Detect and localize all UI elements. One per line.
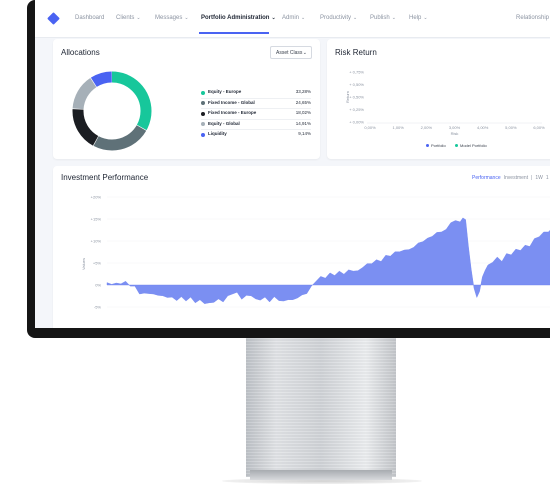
allocation-legend-label: Fixed Income - Global xyxy=(208,99,255,105)
investment-performance-title: Investment Performance xyxy=(61,173,149,182)
tab-separator: | xyxy=(531,175,533,181)
allocation-legend-divider xyxy=(201,97,311,99)
performance-area-series xyxy=(106,217,550,304)
allocation-legend-row: Equity - Global 14,91% xyxy=(201,121,311,129)
risk-return-chart: + 0,75% + 0,50% + 0,50% + 0,25% + 0,00%0,00%… xyxy=(345,70,545,137)
legend-portfolio-dot xyxy=(426,144,429,148)
nav-item-label: Dashboard xyxy=(75,15,105,21)
nav-item-label: Messages xyxy=(155,15,183,21)
risk-y-tick-label: + 0,50% xyxy=(349,95,364,100)
investment-performance-chart: +20% +15% +10% +5% 0% -5% -10% Values xyxy=(81,195,550,329)
performance-y-tick-label: -10% xyxy=(92,327,102,329)
risk-x-axis-title: Risk xyxy=(451,131,459,136)
allocations-donut-chart xyxy=(72,71,152,151)
allocation-legend-row: Fixed Income - Europe 18,02% xyxy=(201,110,311,118)
nav-item-productivity[interactable]: Productivity ⌄ xyxy=(320,15,357,21)
legend-portfolio: Portfolio xyxy=(426,143,446,148)
nav-item-label: Portfolio Administration xyxy=(201,15,270,21)
nav-item-clients[interactable]: Clients ⌄ xyxy=(116,15,141,21)
performance-y-tick-label: 0% xyxy=(95,283,101,288)
performance-tabs: Performance Investment | 1W 1 xyxy=(472,175,550,181)
allocation-legend-divider xyxy=(201,129,311,130)
performance-y-tick-label: -5% xyxy=(94,305,102,310)
allocation-legend-label: Liquidity xyxy=(208,131,227,136)
risk-x-tick-label: 2,00% xyxy=(421,125,433,130)
performance-y-tick-label: +10% xyxy=(91,239,102,244)
risk-x-tick-label: 0,00% xyxy=(364,125,376,130)
monitor-stand-foot xyxy=(250,470,392,480)
nav-item-label: Productivity xyxy=(320,15,352,21)
allocation-legend-dot xyxy=(201,101,205,105)
risk-x-tick-label: 1,00% xyxy=(392,125,404,130)
allocation-legend-row: Equity - Europe 33,28% xyxy=(201,89,311,97)
allocation-legend-divider xyxy=(201,108,311,109)
app-screen: Dashboard Clients ⌄ Messages ⌄ Portfolio Admi… xyxy=(35,0,550,328)
top-navigation: Dashboard Clients ⌄ Messages ⌄ Portfolio Admi… xyxy=(35,0,550,38)
allocation-legend-divider xyxy=(201,118,311,120)
tab-1w[interactable]: 1W xyxy=(535,175,543,181)
allocation-legend-label: Fixed Income - Europe xyxy=(208,110,257,115)
chevron-down-icon: ⌄ xyxy=(391,15,396,21)
performance-y-tick-label: +15% xyxy=(91,217,102,222)
allocation-legend-value: 14,91% xyxy=(295,120,311,126)
allocation-legend-row: Fixed Income - Global 24,65% xyxy=(201,100,311,108)
risk-y-tick-label: + 0,00% xyxy=(349,120,364,125)
risk-y-tick-label: + 0,25% xyxy=(349,107,364,112)
nav-item-messages[interactable]: Messages ⌄ xyxy=(155,15,189,21)
nav-item-dashboard[interactable]: Dashboard xyxy=(75,15,104,21)
allocation-legend-row: Liquidity 9,14% xyxy=(201,131,311,139)
allocation-legend-dot xyxy=(201,122,205,126)
risk-y-axis-title: Return xyxy=(345,91,350,103)
nav-item-relationship-m[interactable]: Relationship M xyxy=(516,15,550,21)
nav-item-label: Help xyxy=(409,15,422,21)
nav-item-label: Admin xyxy=(282,15,300,21)
nav-item-help[interactable]: Help ⌄ xyxy=(409,15,428,21)
performance-y-tick-label: +20% xyxy=(91,195,102,200)
performance-y-axis-title: Values xyxy=(81,258,86,270)
nav-item-label: Clients xyxy=(116,15,135,21)
legend-model-portfolio-label: Model Portfolio xyxy=(460,143,487,148)
asset-class-dropdown[interactable]: Asset Class ⌄ xyxy=(270,46,312,59)
nav-item-label: Relationship M xyxy=(516,15,550,21)
risk-x-tick-label: 5,00% xyxy=(505,125,517,130)
chevron-down-icon: ⌄ xyxy=(301,15,306,21)
legend-portfolio-label: Portfolio xyxy=(431,143,446,148)
monitor-stand xyxy=(246,334,396,477)
app-logo[interactable] xyxy=(47,12,60,25)
chevron-down-icon: ⌄ xyxy=(136,15,141,21)
tab-performance[interactable]: Performance xyxy=(472,175,501,181)
allocations-title: Allocations xyxy=(61,48,100,57)
allocation-legend-label: Equity - Global xyxy=(208,120,240,126)
allocation-legend-dot xyxy=(201,90,205,95)
allocation-legend-value: 33,28% xyxy=(295,89,311,94)
chevron-down-icon: ⌄ xyxy=(353,15,358,21)
risk-y-tick-label: + 0,75% xyxy=(349,70,364,75)
allocation-legend-dot xyxy=(201,132,205,137)
nav-item-portfolio-administration[interactable]: Portfolio Administration ⌄ xyxy=(201,15,276,21)
nav-item-admin[interactable]: Admin ⌄ xyxy=(282,15,305,21)
allocation-legend-value: 9,14% xyxy=(298,131,311,136)
chevron-down-icon: ⌄ xyxy=(184,15,189,21)
tab-period-partial[interactable]: 1 xyxy=(546,175,549,181)
risk-x-tick-label: 3,00% xyxy=(449,125,461,130)
chevron-down-icon: ⌄ xyxy=(271,15,276,21)
allocation-legend-label: Equity - Europe xyxy=(208,89,242,94)
nav-item-publish[interactable]: Publish ⌄ xyxy=(370,15,396,21)
risk-y-tick-label: + 0,50% xyxy=(349,82,364,87)
allocation-legend-value: 24,65% xyxy=(295,99,311,105)
tab-investment[interactable]: Investment xyxy=(504,175,528,181)
asset-class-dropdown-label: Asset Class xyxy=(276,50,303,56)
allocation-legend-value: 18,02% xyxy=(295,110,311,115)
chevron-down-icon: ⌄ xyxy=(423,15,428,21)
nav-item-label: Publish xyxy=(370,15,390,21)
performance-y-tick-label: +5% xyxy=(93,261,102,266)
active-nav-indicator xyxy=(199,32,269,34)
risk-x-tick-label: 6,00% xyxy=(533,125,545,130)
risk-x-tick-label: 4,00% xyxy=(477,125,489,130)
chevron-down-icon: ⌄ xyxy=(302,50,307,56)
legend-model-portfolio-dot xyxy=(455,144,458,148)
allocation-legend-dot xyxy=(201,111,205,116)
legend-model-portfolio: Model Portfolio xyxy=(455,143,487,148)
